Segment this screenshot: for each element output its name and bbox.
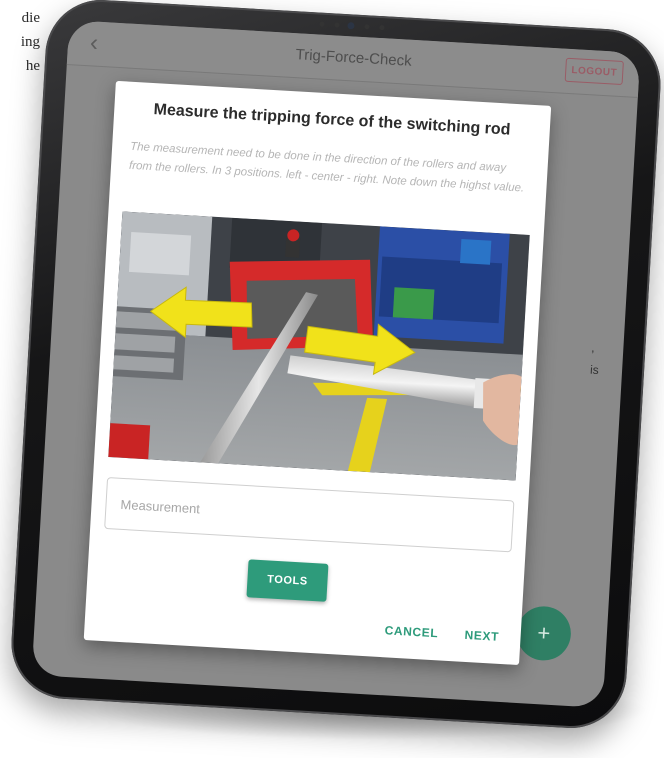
measurement-input[interactable] (104, 477, 515, 553)
logout-button[interactable]: LOGOUT (564, 57, 624, 86)
behind-text-fragment: is (589, 362, 600, 378)
app-title: Trig-Force-Check (295, 46, 413, 70)
dialog-title: Measure the tripping force of the switch… (153, 101, 511, 139)
behind-text-fragment: , (590, 340, 596, 355)
next-button[interactable]: NEXT (464, 628, 499, 644)
background-text-line: ing (20, 34, 40, 50)
tablet-device: ‹ Trig-Force-Check LOGOUT A ch , is + Me… (8, 0, 664, 732)
add-fab-button[interactable]: + (515, 604, 573, 662)
measurement-dialog: Measure the tripping force of the switch… (83, 80, 552, 666)
background-text: die ing he (0, 6, 40, 78)
background-text-line: he (25, 58, 40, 74)
add-icon: + (536, 620, 551, 646)
tablet-screen: ‹ Trig-Force-Check LOGOUT A ch , is + Me… (31, 20, 641, 708)
tools-button[interactable]: TOOLS (246, 559, 329, 602)
instruction-photo (108, 211, 530, 481)
instruction-photo-illustration (108, 211, 530, 481)
background-text-line: die (21, 10, 40, 26)
dialog-description: The measurement need to be done in the d… (128, 140, 525, 195)
cancel-button[interactable]: CANCEL (384, 623, 438, 640)
sensor-dots (309, 21, 399, 32)
